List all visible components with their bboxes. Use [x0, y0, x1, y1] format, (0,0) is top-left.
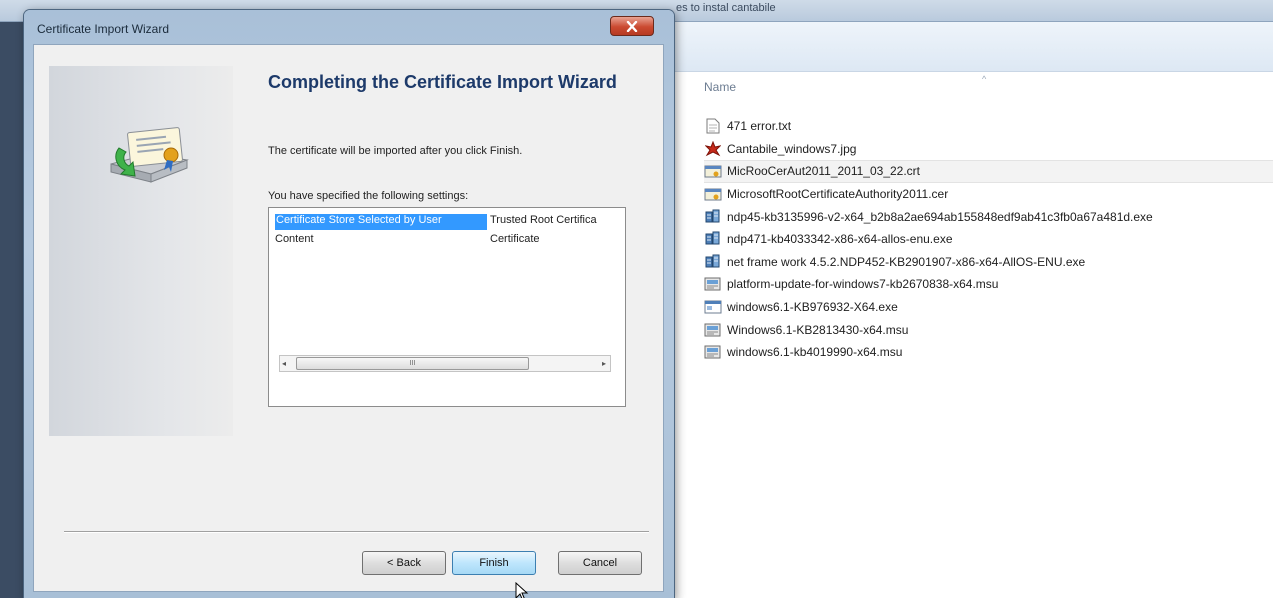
image-file-icon — [704, 140, 722, 157]
file-list-item[interactable]: MicRooCerAut2011_2011_03_22.crt — [704, 160, 1273, 183]
file-list-pane: Name ^ 471 error.txt Cantabile_windows7.j… — [690, 72, 1273, 598]
update-package-icon — [704, 276, 722, 292]
wizard-intro-text: The certificate will be imported after y… — [268, 145, 523, 157]
dialog-client-area: Completing the Certificate Import Wizard… — [33, 44, 664, 598]
horizontal-scrollbar[interactable]: ◂ III ▸ — [279, 355, 611, 372]
file-name: net frame work 4.5.2.NDP452-KB2901907-x8… — [727, 254, 1086, 269]
file-name: Windows6.1-KB2813430-x64.msu — [727, 322, 909, 337]
installer-icon — [704, 209, 722, 225]
file-name: MicRooCerAut2011_2011_03_22.crt — [727, 164, 921, 179]
installer-icon — [704, 231, 722, 247]
breadcrumb[interactable]: es to instal cantabile — [676, 2, 776, 14]
file-name: Cantabile_windows7.jpg — [727, 141, 857, 156]
setting-value: Trusted Root Certifica — [490, 214, 597, 226]
setting-key: Certificate Store Selected by User — [275, 214, 487, 230]
dialog-title: Certificate Import Wizard — [37, 22, 170, 36]
file-name: ndp471-kb4033342-x86-x64-allos-enu.exe — [727, 232, 953, 247]
sort-arrow-icon: ^ — [982, 74, 987, 84]
exe-file-icon — [704, 299, 722, 315]
cancel-button[interactable]: Cancel — [558, 551, 642, 575]
settings-label: You have specified the following setting… — [268, 190, 469, 202]
file-list-item[interactable]: Windows6.1-KB2813430-x64.msu — [704, 318, 1273, 341]
text-file-icon — [704, 118, 722, 134]
file-list-item[interactable]: Cantabile_windows7.jpg — [704, 138, 1273, 161]
certificate-install-icon — [110, 127, 189, 183]
scroll-thumb[interactable]: III — [296, 357, 529, 370]
file-list-item[interactable]: ndp45-kb3135996-v2-x64_b2b8a2ae694ab1558… — [704, 205, 1273, 228]
file-list-item[interactable]: windows6.1-KB976932-X64.exe — [704, 296, 1273, 319]
file-name: ndp45-kb3135996-v2-x64_b2b8a2ae694ab1558… — [727, 209, 1153, 224]
file-name: 471 error.txt — [727, 119, 792, 134]
divider — [64, 531, 649, 533]
settings-row[interactable]: Certificate Store Selected by User Trust… — [275, 214, 620, 230]
name-column-header[interactable]: Name — [704, 80, 736, 94]
certificate-file-icon — [704, 163, 722, 179]
wizard-banner — [49, 66, 233, 436]
file-list-item[interactable]: MicrosoftRootCertificateAuthority2011.ce… — [704, 183, 1273, 206]
file-name: platform-update-for-windows7-kb2670838-x… — [727, 277, 999, 292]
mouse-cursor-icon — [515, 582, 529, 598]
setting-key: Content — [275, 233, 314, 245]
close-icon — [626, 20, 638, 32]
file-name: windows6.1-KB976932-X64.exe — [727, 300, 898, 315]
installer-icon — [704, 254, 722, 270]
finish-button[interactable]: Finish — [452, 551, 536, 575]
settings-listview[interactable]: Certificate Store Selected by User Trust… — [268, 207, 626, 407]
certificate-import-wizard-dialog: Certificate Import Wizard Completing the… — [24, 10, 674, 598]
file-list-item[interactable]: 471 error.txt — [704, 115, 1273, 138]
close-button[interactable] — [610, 16, 654, 36]
certificate-file-icon — [704, 186, 722, 202]
wizard-heading: Completing the Certificate Import Wizard — [268, 72, 617, 92]
update-package-icon — [704, 322, 722, 338]
file-name: windows6.1-kb4019990-x64.msu — [727, 345, 903, 360]
file-list-item[interactable]: platform-update-for-windows7-kb2670838-x… — [704, 273, 1273, 296]
file-name: MicrosoftRootCertificateAuthority2011.ce… — [727, 187, 949, 202]
file-list: 471 error.txt Cantabile_windows7.jpg MicRo… — [704, 115, 1273, 364]
back-button[interactable]: < Back — [362, 551, 446, 575]
update-package-icon — [704, 344, 722, 360]
file-list-item[interactable]: ndp471-kb4033342-x86-x64-allos-enu.exe — [704, 228, 1273, 251]
settings-row[interactable]: Content Certificate — [275, 233, 620, 249]
scroll-left-arrow-icon[interactable]: ◂ — [282, 359, 286, 368]
explorer-toolbar — [640, 22, 1273, 72]
file-list-item[interactable]: windows6.1-kb4019990-x64.msu — [704, 341, 1273, 364]
scroll-right-arrow-icon[interactable]: ▸ — [602, 359, 606, 368]
setting-value: Certificate — [490, 233, 540, 245]
file-list-item[interactable]: net frame work 4.5.2.NDP452-KB2901907-x8… — [704, 251, 1273, 274]
